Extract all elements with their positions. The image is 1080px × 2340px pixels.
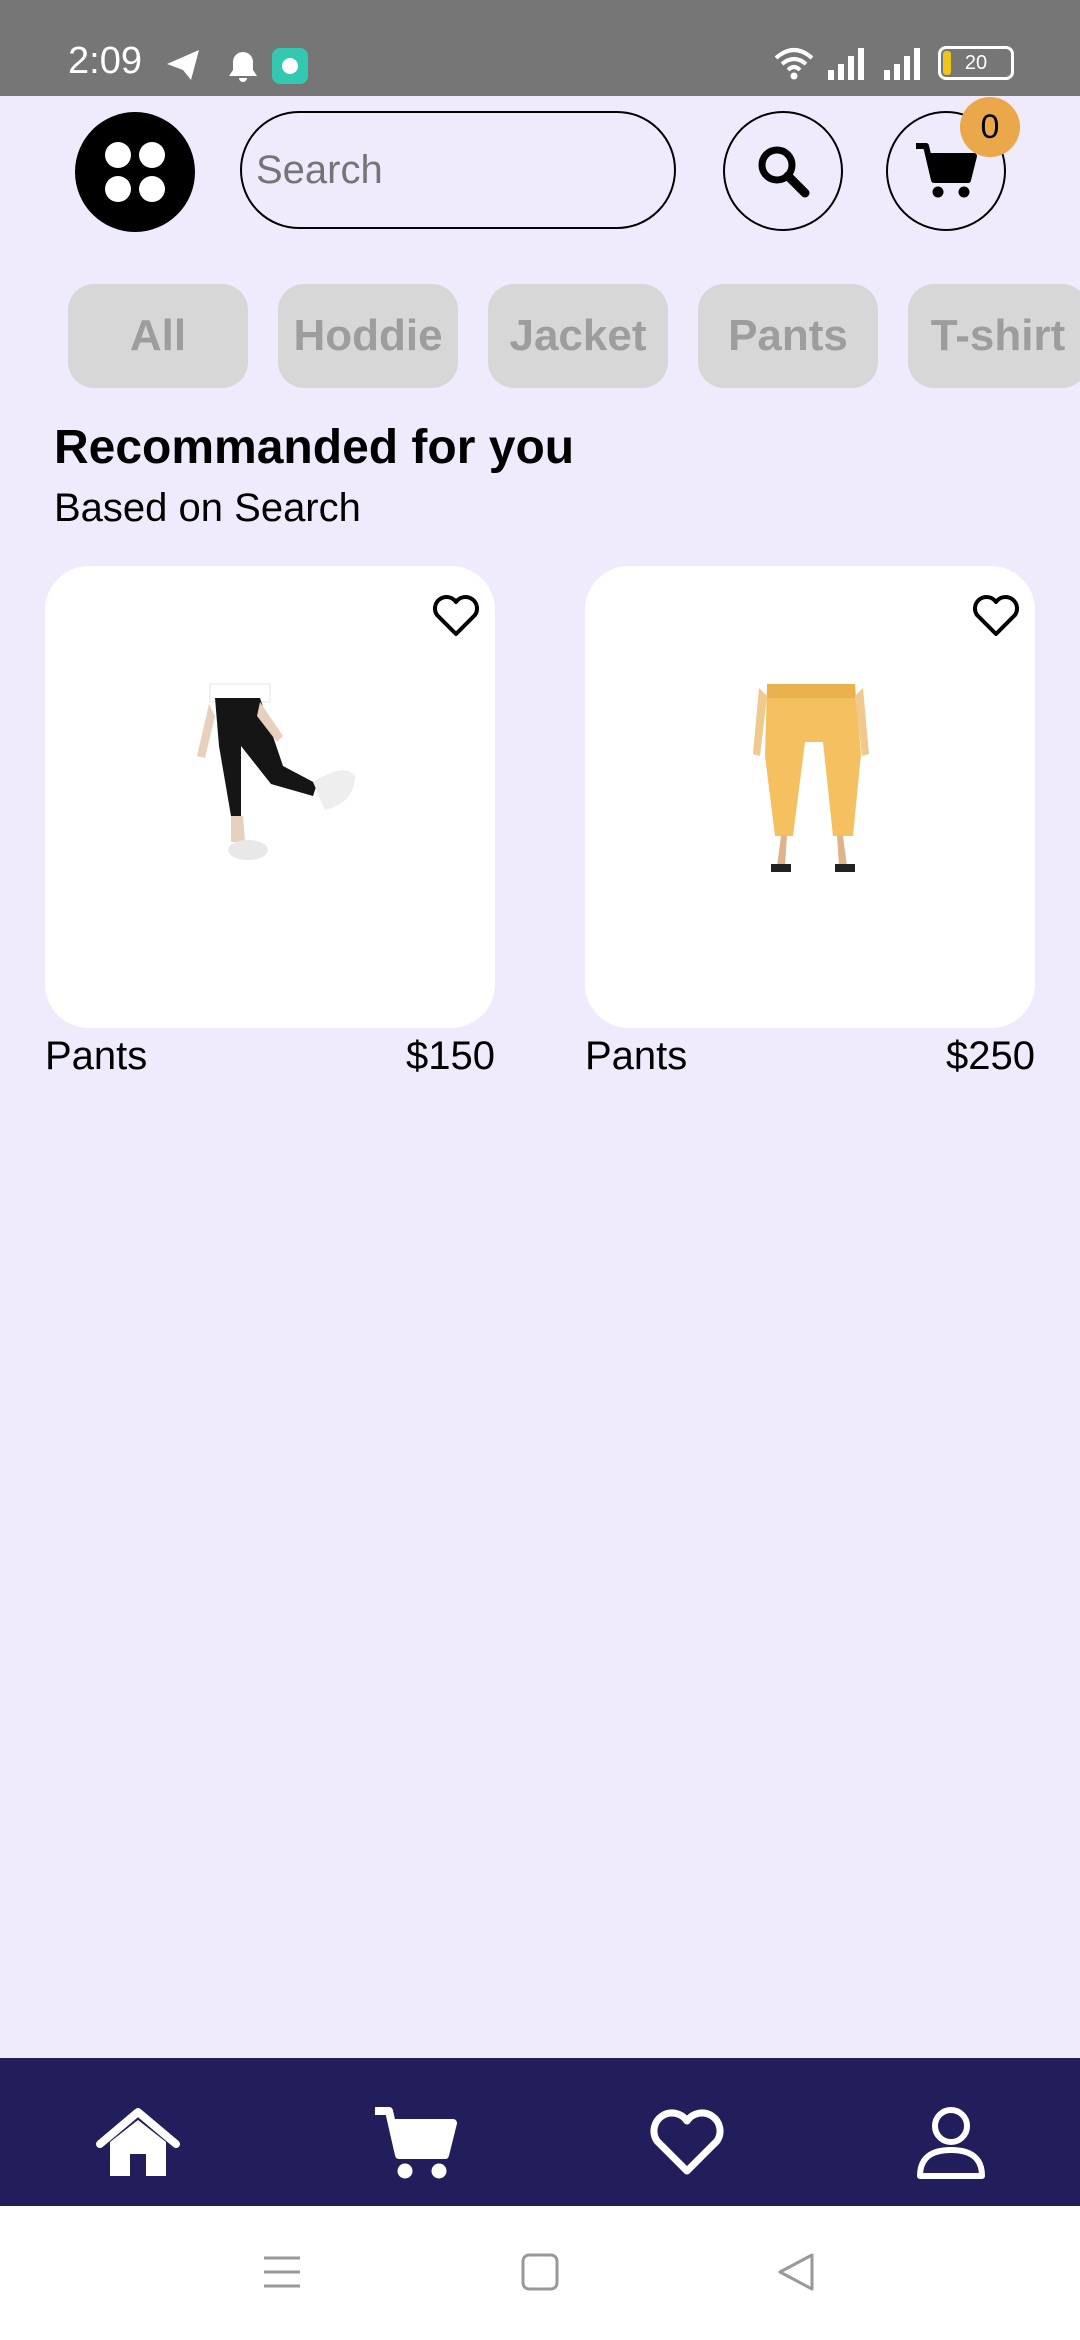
menu-lines-icon[interactable] [262,2252,302,2292]
system-nav-bar [0,2206,1080,2340]
search-input[interactable] [240,111,676,229]
product-name: Pants [585,1034,688,1078]
status-right-icons: 20 [774,46,1014,80]
cart-icon [375,2107,457,2179]
dot-icon [139,176,165,202]
chip-hoddie[interactable]: Hoddie [278,284,458,388]
nav-home[interactable] [93,2098,183,2188]
chip-all[interactable]: All [68,284,248,388]
section-title: Recommanded for you [54,421,575,474]
category-chips: All Hoddie Jacket Pants T-shirt [68,284,1080,388]
product-card[interactable] [585,566,1035,1028]
nav-favorites[interactable] [642,2098,732,2188]
battery-level: 20 [964,52,988,74]
product-name: Pants [45,1034,148,1078]
product-image [753,684,869,872]
dot-icon [139,142,165,168]
nav-profile[interactable] [906,2098,996,2188]
chip-jacket[interactable]: Jacket [488,284,668,388]
signal-icon-2 [884,48,920,80]
battery-icon: 20 [938,46,1014,80]
wifi-icon [774,48,814,80]
dot-icon [105,142,131,168]
product-price: $250 [946,1034,1035,1078]
square-icon[interactable] [520,2252,560,2292]
menu-button[interactable] [75,112,195,232]
bottom-nav [0,2058,1080,2206]
cart-count-badge: 0 [960,97,1020,157]
status-time: 2:09 [68,40,142,82]
dot-icon [105,176,131,202]
heart-icon [650,2109,724,2175]
cart-icon [916,143,977,198]
back-triangle-icon[interactable] [776,2252,816,2292]
search-icon [758,146,810,198]
user-icon [917,2107,985,2179]
home-icon [96,2108,180,2176]
signal-icon [828,48,864,80]
status-bar: 2:09 20 [0,0,1080,96]
section-subtitle: Based on Search [54,486,361,530]
product-price: $150 [406,1034,495,1078]
chip-tshirt[interactable]: T-shirt [908,284,1080,388]
search-button[interactable] [723,111,843,231]
product-card[interactable] [45,566,495,1028]
nav-cart[interactable] [370,2098,460,2188]
chip-pants[interactable]: Pants [698,284,878,388]
notification-icons [167,48,308,84]
product-image [197,683,355,860]
